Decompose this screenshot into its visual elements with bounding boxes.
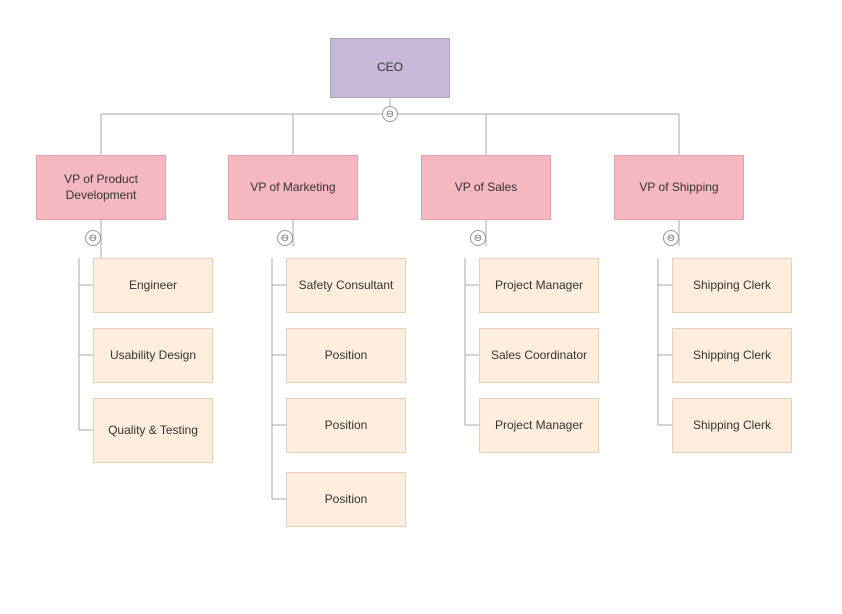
projmgr2-node: Project Manager: [479, 398, 599, 453]
projmgr1-node: Project Manager: [479, 258, 599, 313]
vp-product-node: VP of Product Development: [36, 155, 166, 220]
vp-shipping-label: VP of Shipping: [639, 180, 718, 196]
vp-sales-label: VP of Sales: [455, 180, 517, 196]
vp-shipping-node: VP of Shipping: [614, 155, 744, 220]
vp-marketing-label: VP of Marketing: [250, 180, 335, 196]
shipclerk3-label: Shipping Clerk: [693, 418, 771, 434]
collapse-ceo[interactable]: ⊖: [382, 106, 398, 122]
salescoord-node: Sales Coordinator: [479, 328, 599, 383]
salescoord-label: Sales Coordinator: [491, 348, 587, 364]
vp-sales-node: VP of Sales: [421, 155, 551, 220]
shipclerk2-label: Shipping Clerk: [693, 348, 771, 364]
collapse-marketing[interactable]: ⊖: [277, 230, 293, 246]
projmgr1-label: Project Manager: [495, 278, 583, 294]
quality-label: Quality & Testing: [108, 423, 198, 439]
position2-node: Position: [286, 398, 406, 453]
collapse-product[interactable]: ⊖: [85, 230, 101, 246]
minus-ceo: ⊖: [386, 109, 394, 120]
projmgr2-label: Project Manager: [495, 418, 583, 434]
collapse-shipping[interactable]: ⊖: [663, 230, 679, 246]
engineer-label: Engineer: [129, 278, 177, 294]
vp-marketing-node: VP of Marketing: [228, 155, 358, 220]
shipclerk2-node: Shipping Clerk: [672, 328, 792, 383]
shipclerk1-label: Shipping Clerk: [693, 278, 771, 294]
engineer-node: Engineer: [93, 258, 213, 313]
position1-label: Position: [325, 348, 368, 364]
org-chart: CEO ⊖ VP of Product Development VP of Ma…: [0, 0, 842, 614]
position3-label: Position: [325, 492, 368, 508]
shipclerk1-node: Shipping Clerk: [672, 258, 792, 313]
safety-node: Safety Consultant: [286, 258, 406, 313]
shipclerk3-node: Shipping Clerk: [672, 398, 792, 453]
position1-node: Position: [286, 328, 406, 383]
ceo-label: CEO: [377, 60, 403, 76]
ceo-node: CEO: [330, 38, 450, 98]
quality-node: Quality & Testing: [93, 398, 213, 463]
position2-label: Position: [325, 418, 368, 434]
safety-label: Safety Consultant: [299, 278, 394, 294]
collapse-sales[interactable]: ⊖: [470, 230, 486, 246]
usability-node: Usability Design: [93, 328, 213, 383]
vp-product-label: VP of Product Development: [43, 172, 159, 203]
position3-node: Position: [286, 472, 406, 527]
usability-label: Usability Design: [110, 348, 196, 364]
